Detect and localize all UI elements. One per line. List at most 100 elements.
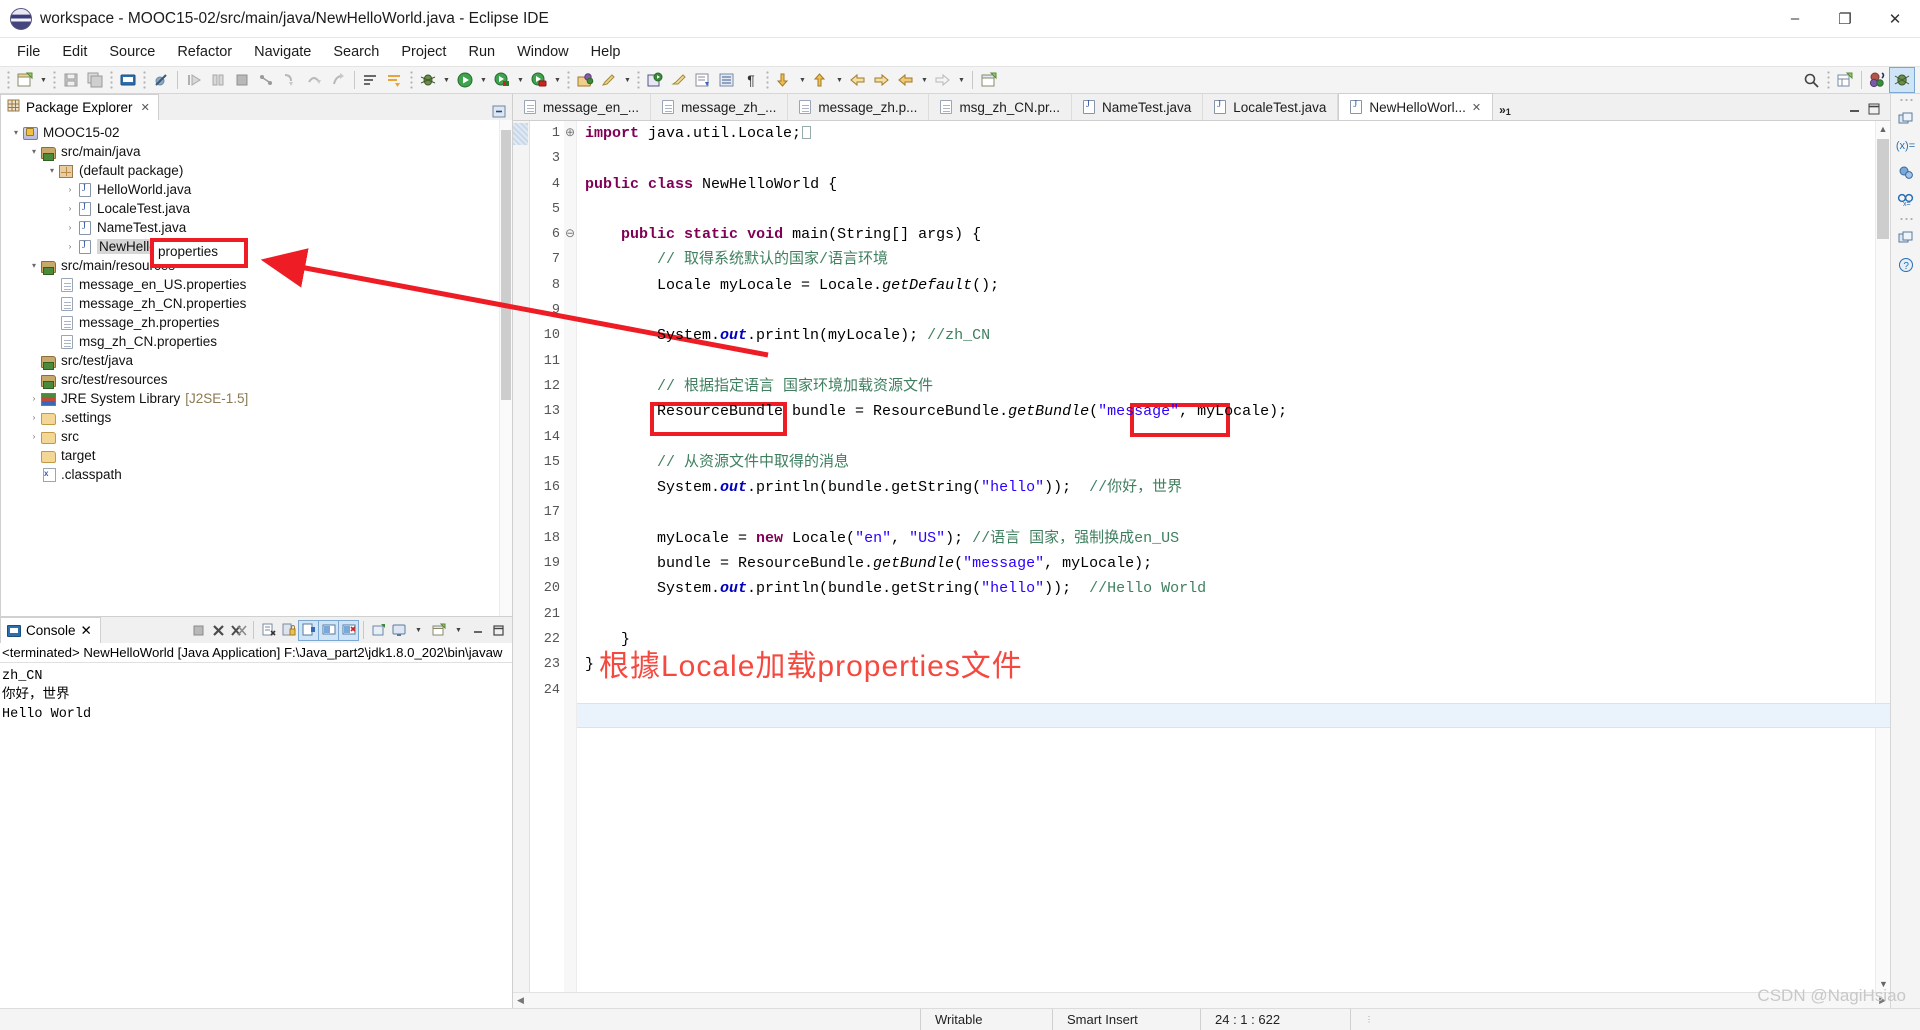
editor-tab-overflow[interactable]: » 1 xyxy=(1493,103,1517,120)
menu-navigate[interactable]: Navigate xyxy=(243,41,322,63)
run-coverage-icon[interactable] xyxy=(490,68,514,92)
tree-item[interactable]: ▾ (default package) xyxy=(1,161,512,180)
tree-item[interactable]: msg_zh_CN.properties xyxy=(1,332,512,351)
remove-launch-icon[interactable] xyxy=(209,621,228,640)
expressions-icon[interactable]: x= xyxy=(1895,190,1917,210)
drop-to-frame-icon[interactable] xyxy=(383,68,407,92)
tree-item[interactable]: src/test/resources xyxy=(1,370,512,389)
code-line[interactable]: // 取得系统默认的国家/语言环境 xyxy=(585,247,1890,272)
step-into-icon[interactable] xyxy=(278,68,302,92)
tree-item[interactable]: message_en_US.properties xyxy=(1,275,512,294)
tree-item[interactable]: ▾ src/main/java xyxy=(1,142,512,161)
new-wizard-dropdown-icon[interactable]: ▼ xyxy=(37,68,50,92)
scroll-lock-icon[interactable] xyxy=(279,621,298,640)
restore-view-icon[interactable] xyxy=(1895,109,1917,129)
editor-folding-ruler[interactable]: ⊕ ⊖ xyxy=(564,121,577,992)
code-line[interactable] xyxy=(585,197,1890,222)
code-line[interactable] xyxy=(585,500,1890,525)
editor-tab[interactable]: J LocaleTest.java xyxy=(1203,94,1339,120)
close-icon[interactable]: ✕ xyxy=(81,623,92,639)
tree-item[interactable]: target xyxy=(1,446,512,465)
chevron-down-icon[interactable]: ▾ xyxy=(27,147,41,156)
help-icon[interactable]: ? xyxy=(1895,255,1917,275)
display-selected-dropdown-icon[interactable]: ▼ xyxy=(409,621,428,640)
code-line[interactable] xyxy=(585,602,1890,627)
tree-item[interactable]: › J LocaleTest.java xyxy=(1,199,512,218)
code-line[interactable]: System.out.println(bundle.getString("hel… xyxy=(585,475,1890,500)
step-return-icon[interactable] xyxy=(326,68,350,92)
restore-icon2[interactable] xyxy=(1895,228,1917,248)
clear-console-icon[interactable] xyxy=(259,621,278,640)
toggle-block-selection-icon[interactable] xyxy=(715,68,739,92)
editor-tab[interactable]: message_en_... xyxy=(513,94,652,120)
open-console-dropdown-icon[interactable]: ▼ xyxy=(449,621,468,640)
tree-item[interactable]: message_zh_CN.properties xyxy=(1,294,512,313)
editor-tab[interactable]: msg_zh_CN.pr... xyxy=(929,94,1072,120)
back-icon[interactable] xyxy=(846,68,870,92)
terminate-icon[interactable] xyxy=(230,68,254,92)
code-line[interactable] xyxy=(585,349,1890,374)
previous-edit-dropdown-icon[interactable]: ▼ xyxy=(918,68,931,92)
editor-tab[interactable]: message_zh.p... xyxy=(788,94,930,120)
tab-console[interactable]: Console ✕ xyxy=(0,617,101,643)
console-output[interactable]: zh_CN 你好，世界 Hello World xyxy=(0,663,512,1008)
new-wizard-icon[interactable] xyxy=(13,68,37,92)
fold-toggle-icon[interactable]: ⊖ xyxy=(564,222,576,247)
editor-tab[interactable]: J NameTest.java xyxy=(1071,94,1204,120)
code-line[interactable]: import java.util.Locale; xyxy=(585,121,1890,146)
new-java-project-icon[interactable] xyxy=(643,68,667,92)
menu-edit[interactable]: Edit xyxy=(51,41,98,63)
code-line[interactable] xyxy=(585,678,1890,703)
code-line[interactable]: // 根据指定语言 国家环境加载资源文件 xyxy=(585,374,1890,399)
use-step-filters-icon[interactable] xyxy=(359,68,383,92)
maximize-icon[interactable] xyxy=(1865,100,1882,117)
step-over-icon[interactable] xyxy=(302,68,326,92)
chevron-right-icon[interactable]: › xyxy=(27,394,41,403)
tree-item[interactable]: › .settings xyxy=(1,408,512,427)
scroll-left-icon[interactable]: ◀ xyxy=(517,995,524,1006)
save-all-icon[interactable] xyxy=(83,68,107,92)
tree-item[interactable]: › J NameTest.java xyxy=(1,218,512,237)
remove-all-launches-icon[interactable] xyxy=(229,621,248,640)
tree-item[interactable]: › J NewHelloWorld.java xyxy=(1,237,512,256)
fold-toggle-icon[interactable]: ⊕ xyxy=(564,121,576,146)
external-tools-icon[interactable] xyxy=(527,68,551,92)
menu-window[interactable]: Window xyxy=(506,41,580,63)
open-console-icon[interactable] xyxy=(116,68,140,92)
save-icon[interactable] xyxy=(59,68,83,92)
display-selected-console-icon[interactable] xyxy=(389,621,408,640)
menu-refactor[interactable]: Refactor xyxy=(166,41,243,63)
chevron-right-icon[interactable]: › xyxy=(63,185,77,194)
resume-icon[interactable] xyxy=(182,68,206,92)
open-type-icon[interactable] xyxy=(573,68,597,92)
chevron-right-icon[interactable]: › xyxy=(27,413,41,422)
show-console-on-output-icon[interactable] xyxy=(298,619,319,641)
code-line[interactable]: ResourceBundle bundle = ResourceBundle.g… xyxy=(585,399,1890,424)
package-explorer-tree[interactable]: ▾ MOOC15-02 ▾ src/main/java ▾ (default packag… xyxy=(0,120,512,616)
open-task-dropdown-icon[interactable]: ▼ xyxy=(621,68,634,92)
minimize-icon[interactable] xyxy=(1846,100,1863,117)
code-line[interactable]: public static void main(String[] args) { xyxy=(585,222,1890,247)
next-edit-icon[interactable] xyxy=(931,68,955,92)
menu-project[interactable]: Project xyxy=(390,41,457,63)
tree-item[interactable]: › J HelloWorld.java xyxy=(1,180,512,199)
run-dropdown-icon[interactable]: ▼ xyxy=(477,68,490,92)
menu-source[interactable]: Source xyxy=(98,41,166,63)
code-line[interactable]: } xyxy=(585,627,1890,652)
chevron-right-icon[interactable]: › xyxy=(63,242,77,251)
code-line[interactable]: myLocale = new Locale("en", "US"); //语言 … xyxy=(585,526,1890,551)
new-java-class-icon[interactable] xyxy=(667,68,691,92)
debug-perspective-icon[interactable] xyxy=(1889,67,1915,93)
show-console-on-stdout-icon[interactable] xyxy=(318,619,339,641)
open-task-icon[interactable] xyxy=(597,68,621,92)
editor-tab[interactable]: J NewHelloWorl... ✕ xyxy=(1338,93,1494,120)
show-whitespace-icon[interactable]: ¶ xyxy=(739,68,763,92)
code-line[interactable] xyxy=(585,425,1890,450)
code-line[interactable] xyxy=(585,298,1890,323)
debug-icon[interactable] xyxy=(416,68,440,92)
menu-run[interactable]: Run xyxy=(457,41,506,63)
tree-item[interactable]: message_zh.properties xyxy=(1,313,512,332)
tree-vertical-scrollbar[interactable] xyxy=(499,120,512,616)
forward-icon[interactable] xyxy=(870,68,894,92)
external-tools-dropdown-icon[interactable]: ▼ xyxy=(551,68,564,92)
